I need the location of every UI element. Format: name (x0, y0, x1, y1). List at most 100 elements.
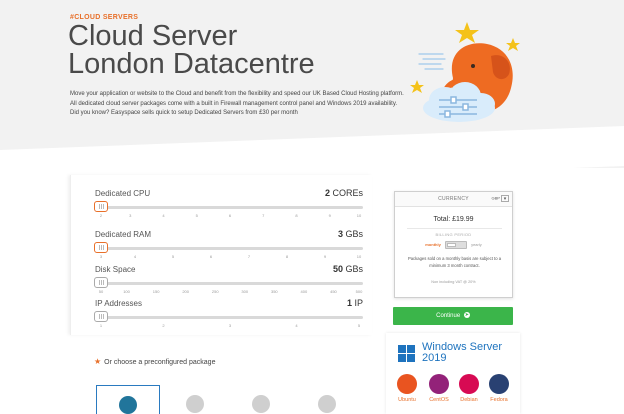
slider-tick-label: 6 (209, 254, 213, 259)
slider-tick-label: 200 (182, 289, 189, 294)
monthly-option[interactable]: monthly (425, 242, 441, 247)
joomla-icon (186, 395, 204, 413)
centos-icon (429, 374, 449, 394)
billing-period-label: BILLING PERIOD (435, 232, 472, 237)
ip-slider-ticks: 1 2 3 4 5 (97, 323, 363, 329)
intro-promo: Did you know? Easyspace sells quick to s… (70, 110, 298, 116)
preconfigured-label: Or choose a preconfigured package (104, 359, 216, 366)
slider-tick-label: 1 (99, 323, 103, 328)
divider (407, 228, 502, 229)
continue-button[interactable]: Continue ➤ (393, 307, 513, 325)
cpu-slider-handle[interactable] (94, 201, 108, 212)
ip-slider-track[interactable] (97, 316, 363, 319)
slider-tick-label: 7 (262, 213, 265, 218)
ram-value: 3 GBs (337, 229, 363, 239)
os-option-fedora[interactable]: Fedora (484, 374, 514, 403)
cpu-slider-track[interactable] (97, 206, 363, 209)
ram-slider-track[interactable] (97, 247, 363, 250)
wordpress-icon (119, 396, 137, 414)
windows-text-line2: 2019 (422, 352, 447, 364)
os-option-centos[interactable]: CentOS (424, 374, 454, 403)
preconfigured-heading: ★ Or choose a preconfigured package (94, 357, 215, 366)
page-title-line2: London Datacentre (68, 48, 315, 80)
slider-tick-label: 5 (195, 213, 198, 218)
slider-tick-label: 3 (99, 254, 103, 259)
os-name: Debian (460, 397, 478, 403)
windows-logo-icon[interactable] (398, 345, 416, 363)
cpu-label: Dedicated CPU (95, 189, 151, 198)
intro-paragraph: Move your application or website to the … (70, 91, 404, 107)
slider-tick-label: 6 (228, 213, 232, 218)
currency-value: GBP (491, 195, 500, 201)
slider-tick-label: 250 (211, 289, 219, 294)
package-magento[interactable] (296, 385, 360, 414)
slider-tick-label: 8 (295, 213, 298, 218)
vat-note: Non including VAT @ 20% (431, 280, 476, 284)
total-price: Total: £19.99 (433, 216, 474, 223)
cloud-elephant-illustration (410, 22, 520, 122)
ram-slider-ticks: 3 4 5 6 7 8 9 10 (97, 254, 363, 260)
slider-tick-label: 300 (241, 289, 249, 294)
ram-slider-handle[interactable] (94, 242, 108, 253)
slider-tick-label: 4 (133, 254, 137, 259)
magento-icon (318, 395, 336, 413)
debian-icon (459, 374, 479, 394)
slider-tick-label: 350 (270, 289, 278, 294)
slider-tick-label: 150 (152, 289, 160, 294)
slider-tick-label: 400 (300, 289, 308, 294)
os-name: Ubuntu (398, 397, 416, 403)
server-configurator: Dedicated CPU 2 COREs 2 3 4 5 6 7 8 9 10 Dedicat… (70, 175, 372, 335)
slider-tick-label: 5 (171, 254, 175, 259)
star-icon (506, 38, 520, 51)
slider-tick-label: 9 (323, 254, 327, 259)
cpu-value: 2 COREs (324, 188, 363, 198)
contract-note: Packages sold on a monthly basis are sub… (407, 256, 502, 268)
drupal-icon (252, 395, 270, 413)
control-sliders-icon (439, 96, 477, 118)
slider-tick-label: 450 (330, 289, 337, 294)
slider-tick-label: 4 (162, 213, 165, 218)
slider-tick-label: 10 (356, 213, 362, 218)
slider-tick-label: 3 (129, 213, 132, 218)
ram-label: Dedicated RAM (95, 230, 152, 239)
slider-tick-label: 10 (356, 254, 362, 259)
currency-select[interactable]: GBP ▾ (491, 195, 509, 202)
billing-toggle-row: monthly yearly (395, 241, 512, 249)
speed-lines (418, 53, 446, 70)
continue-label: Continue (436, 313, 461, 319)
yearly-option[interactable]: yearly (471, 242, 482, 247)
disk-slider-track[interactable] (97, 282, 363, 285)
os-option-ubuntu[interactable]: Ubuntu (392, 374, 422, 403)
cpu-slider-ticks: 2 3 4 5 6 7 8 9 10 (97, 213, 363, 219)
disk-label: Disk Space (95, 265, 136, 274)
slider-tick-label: 50 (98, 289, 104, 294)
slider-tick-label: 500 (355, 289, 363, 294)
star-icon (410, 80, 424, 93)
ip-slider-handle[interactable] (94, 311, 108, 322)
os-option-debian[interactable]: Debian (454, 374, 484, 403)
hero-section: #CLOUD SERVERS Cloud Server London Datac… (0, 0, 624, 190)
os-name: CentOS (429, 397, 449, 403)
windows-server-label[interactable]: Windows Server 2019 (422, 342, 502, 364)
disk-slider-handle[interactable] (94, 277, 108, 288)
ip-value: 1 IP (346, 298, 363, 308)
disk-value: 50 GBs (332, 264, 363, 274)
slider-tick-label: 7 (247, 254, 251, 259)
package-wordpress[interactable] (96, 385, 160, 414)
star-icon (455, 22, 479, 43)
chevron-down-icon: ▾ (501, 195, 509, 202)
package-joomla[interactable] (164, 385, 228, 414)
os-name: Fedora (490, 397, 508, 403)
slider-tick-label: 2 (99, 213, 103, 218)
slider-tick-label: 5 (357, 323, 361, 328)
toggle-knob (446, 243, 456, 247)
package-drupal[interactable] (230, 385, 294, 414)
os-selection-panel: Windows Server 2019 Ubuntu CentOS Debian… (386, 333, 520, 414)
slider-tick-label: 9 (328, 213, 331, 218)
pricing-summary: CURRENCY GBP ▾ Total: £19.99 BILLING PER… (394, 191, 513, 298)
page-title-line1: Cloud Server (68, 20, 238, 52)
ip-label: IP Addresses (95, 299, 142, 308)
slider-tick-label: 3 (228, 323, 232, 328)
slider-tick-label: 4 (295, 323, 298, 328)
billing-period-toggle[interactable] (444, 241, 467, 249)
